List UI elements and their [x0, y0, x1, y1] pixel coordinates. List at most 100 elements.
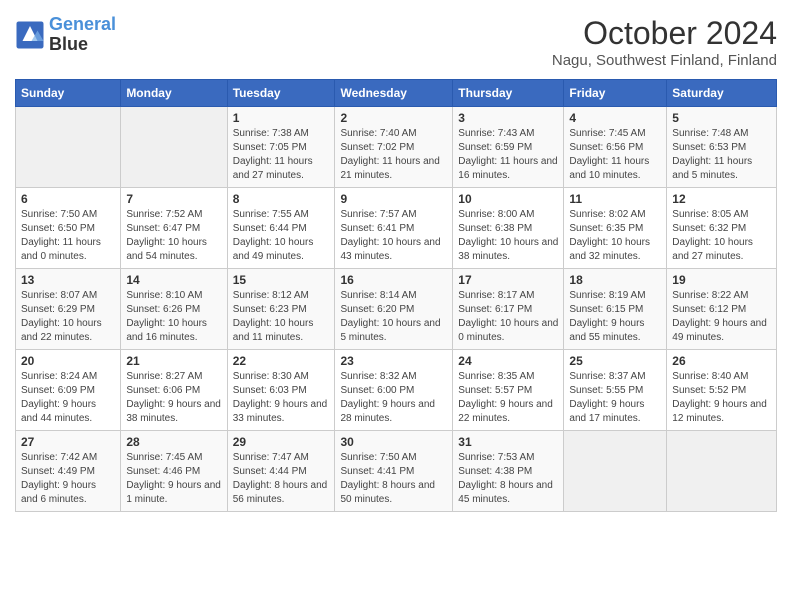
day-info: Sunrise: 8:24 AM Sunset: 6:09 PM Dayligh… [21, 370, 115, 426]
calendar-cell: 11Sunrise: 8:02 AM Sunset: 6:35 PM Dayli… [564, 188, 667, 269]
day-number: 26 [672, 354, 771, 368]
logo-text: General Blue [49, 15, 116, 55]
page-header: General Blue October 2024 Nagu, Southwes… [15, 15, 777, 69]
calendar-cell: 28Sunrise: 7:45 AM Sunset: 4:46 PM Dayli… [121, 431, 227, 512]
day-number: 27 [21, 435, 115, 449]
day-info: Sunrise: 7:42 AM Sunset: 4:49 PM Dayligh… [21, 451, 115, 507]
column-header-saturday: Saturday [667, 80, 777, 107]
day-number: 18 [569, 273, 661, 287]
day-info: Sunrise: 7:40 AM Sunset: 7:02 PM Dayligh… [340, 127, 447, 183]
calendar-cell: 1Sunrise: 7:38 AM Sunset: 7:05 PM Daylig… [227, 107, 335, 188]
day-info: Sunrise: 8:35 AM Sunset: 5:57 PM Dayligh… [458, 370, 558, 426]
day-info: Sunrise: 8:40 AM Sunset: 5:52 PM Dayligh… [672, 370, 771, 426]
calendar-cell: 24 Sunrise: 8:35 AM Sunset: 5:57 PM Dayli… [453, 350, 564, 431]
day-number: 22 [233, 354, 330, 368]
logo-icon [15, 20, 45, 50]
day-number: 10 [458, 192, 558, 206]
calendar-cell: 5 Sunrise: 7:48 AM Sunset: 6:53 PM Daylig… [667, 107, 777, 188]
day-number: 7 [126, 192, 221, 206]
day-number: 16 [340, 273, 447, 287]
calendar-cell: 4 Sunrise: 7:45 AM Sunset: 6:56 PM Daylig… [564, 107, 667, 188]
day-info: Sunrise: 7:48 AM Sunset: 6:53 PM Dayligh… [672, 127, 771, 183]
calendar-header: SundayMondayTuesdayWednesdayThursdayFrid… [16, 80, 777, 107]
day-number: 12 [672, 192, 771, 206]
day-number: 17 [458, 273, 558, 287]
day-info: Sunrise: 8:02 AM Sunset: 6:35 PM Dayligh… [569, 208, 661, 264]
header-row: SundayMondayTuesdayWednesdayThursdayFrid… [16, 80, 777, 107]
day-number: 30 [340, 435, 447, 449]
day-info: Sunrise: 8:19 AM Sunset: 6:15 PM Dayligh… [569, 289, 661, 345]
calendar-cell: 10 Sunrise: 8:00 AM Sunset: 6:38 PM Dayli… [453, 188, 564, 269]
day-number: 2 [340, 111, 447, 125]
day-number: 28 [126, 435, 221, 449]
day-info: Sunrise: 8:22 AM Sunset: 6:12 PM Dayligh… [672, 289, 771, 345]
calendar-cell: 2 Sunrise: 7:40 AM Sunset: 7:02 PM Daylig… [335, 107, 453, 188]
calendar-cell: 12 Sunrise: 8:05 AM Sunset: 6:32 PM Dayli… [667, 188, 777, 269]
calendar-cell: 14Sunrise: 8:10 AM Sunset: 6:26 PM Dayli… [121, 269, 227, 350]
day-number: 19 [672, 273, 771, 287]
week-row-2: 6Sunrise: 7:50 AM Sunset: 6:50 PM Daylig… [16, 188, 777, 269]
day-number: 25 [569, 354, 661, 368]
day-number: 9 [340, 192, 447, 206]
day-info: Sunrise: 7:47 AM Sunset: 4:44 PM Dayligh… [233, 451, 330, 507]
day-info: Sunrise: 7:43 AM Sunset: 6:59 PM Dayligh… [458, 127, 558, 183]
calendar-cell: 19 Sunrise: 8:22 AM Sunset: 6:12 PM Dayli… [667, 269, 777, 350]
day-info: Sunrise: 8:27 AM Sunset: 6:06 PM Dayligh… [126, 370, 221, 426]
calendar-cell: 25Sunrise: 8:37 AM Sunset: 5:55 PM Dayli… [564, 350, 667, 431]
day-info: Sunrise: 7:57 AM Sunset: 6:41 PM Dayligh… [340, 208, 447, 264]
calendar-cell: 30Sunrise: 7:50 AM Sunset: 4:41 PM Dayli… [335, 431, 453, 512]
calendar-cell [667, 431, 777, 512]
calendar-table: SundayMondayTuesdayWednesdayThursdayFrid… [15, 79, 777, 512]
day-info: Sunrise: 7:38 AM Sunset: 7:05 PM Dayligh… [233, 127, 330, 183]
day-info: Sunrise: 7:55 AM Sunset: 6:44 PM Dayligh… [233, 208, 330, 264]
day-number: 20 [21, 354, 115, 368]
day-info: Sunrise: 8:07 AM Sunset: 6:29 PM Dayligh… [21, 289, 115, 345]
day-info: Sunrise: 7:52 AM Sunset: 6:47 PM Dayligh… [126, 208, 221, 264]
calendar-cell: 17 Sunrise: 8:17 AM Sunset: 6:17 PM Dayli… [453, 269, 564, 350]
calendar-body: 1Sunrise: 7:38 AM Sunset: 7:05 PM Daylig… [16, 107, 777, 512]
calendar-cell [564, 431, 667, 512]
title-block: October 2024 Nagu, Southwest Finland, Fi… [552, 15, 777, 69]
day-info: Sunrise: 8:14 AM Sunset: 6:20 PM Dayligh… [340, 289, 447, 345]
column-header-wednesday: Wednesday [335, 80, 453, 107]
day-number: 21 [126, 354, 221, 368]
calendar-cell: 8 Sunrise: 7:55 AM Sunset: 6:44 PM Daylig… [227, 188, 335, 269]
calendar-cell: 13Sunrise: 8:07 AM Sunset: 6:29 PM Dayli… [16, 269, 121, 350]
day-info: Sunrise: 8:00 AM Sunset: 6:38 PM Dayligh… [458, 208, 558, 264]
calendar-cell: 15 Sunrise: 8:12 AM Sunset: 6:23 PM Dayli… [227, 269, 335, 350]
calendar-cell: 3 Sunrise: 7:43 AM Sunset: 6:59 PM Daylig… [453, 107, 564, 188]
column-header-friday: Friday [564, 80, 667, 107]
calendar-cell: 31Sunrise: 7:53 AM Sunset: 4:38 PM Dayli… [453, 431, 564, 512]
day-info: Sunrise: 8:30 AM Sunset: 6:03 PM Dayligh… [233, 370, 330, 426]
day-info: Sunrise: 8:12 AM Sunset: 6:23 PM Dayligh… [233, 289, 330, 345]
calendar-cell: 26 Sunrise: 8:40 AM Sunset: 5:52 PM Dayli… [667, 350, 777, 431]
day-info: Sunrise: 8:17 AM Sunset: 6:17 PM Dayligh… [458, 289, 558, 345]
calendar-cell: 21 Sunrise: 8:27 AM Sunset: 6:06 PM Dayli… [121, 350, 227, 431]
day-number: 23 [340, 354, 447, 368]
calendar-cell: 7 Sunrise: 7:52 AM Sunset: 6:47 PM Daylig… [121, 188, 227, 269]
day-number: 5 [672, 111, 771, 125]
column-header-monday: Monday [121, 80, 227, 107]
calendar-cell: 20 Sunrise: 8:24 AM Sunset: 6:09 PM Dayli… [16, 350, 121, 431]
week-row-5: 27 Sunrise: 7:42 AM Sunset: 4:49 PM Dayli… [16, 431, 777, 512]
day-number: 24 [458, 354, 558, 368]
day-info: Sunrise: 8:32 AM Sunset: 6:00 PM Dayligh… [340, 370, 447, 426]
calendar-cell: 6Sunrise: 7:50 AM Sunset: 6:50 PM Daylig… [16, 188, 121, 269]
day-info: Sunrise: 7:45 AM Sunset: 6:56 PM Dayligh… [569, 127, 661, 183]
day-number: 6 [21, 192, 115, 206]
calendar-cell: 29Sunrise: 7:47 AM Sunset: 4:44 PM Dayli… [227, 431, 335, 512]
day-number: 4 [569, 111, 661, 125]
day-number: 8 [233, 192, 330, 206]
column-header-sunday: Sunday [16, 80, 121, 107]
month-title: October 2024 [552, 15, 777, 52]
calendar-cell: 16 Sunrise: 8:14 AM Sunset: 6:20 PM Dayli… [335, 269, 453, 350]
calendar-cell [16, 107, 121, 188]
column-header-tuesday: Tuesday [227, 80, 335, 107]
calendar-cell: 18 Sunrise: 8:19 AM Sunset: 6:15 PM Dayli… [564, 269, 667, 350]
calendar-cell: 9 Sunrise: 7:57 AM Sunset: 6:41 PM Daylig… [335, 188, 453, 269]
day-info: Sunrise: 8:05 AM Sunset: 6:32 PM Dayligh… [672, 208, 771, 264]
day-number: 3 [458, 111, 558, 125]
day-info: Sunrise: 8:10 AM Sunset: 6:26 PM Dayligh… [126, 289, 221, 345]
day-number: 15 [233, 273, 330, 287]
week-row-1: 1Sunrise: 7:38 AM Sunset: 7:05 PM Daylig… [16, 107, 777, 188]
